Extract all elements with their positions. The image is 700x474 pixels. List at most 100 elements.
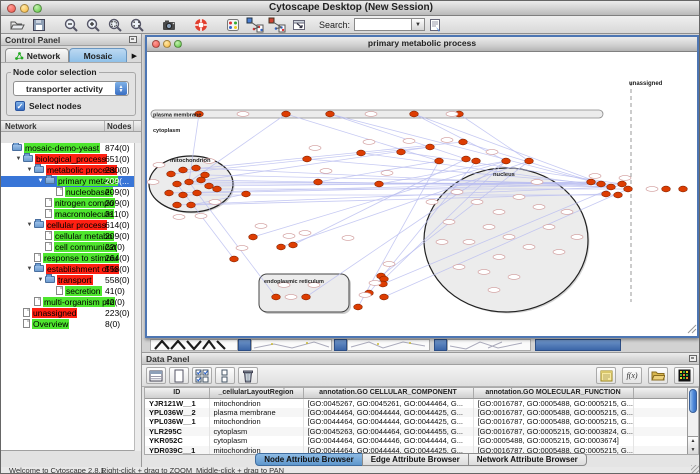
tree-row[interactable]: nucleobase-209(0) <box>1 187 141 198</box>
tab-mosaic[interactable]: Mosaic <box>69 48 127 62</box>
network-node[interactable] <box>242 191 251 197</box>
network-node[interactable] <box>173 202 182 208</box>
search-settings-button[interactable] <box>425 17 445 33</box>
background-window-fragment[interactable] <box>535 339 621 351</box>
zoom-in-button[interactable] <box>83 17 103 33</box>
network-node[interactable] <box>525 158 534 164</box>
window-titlebar[interactable]: Cytoscape Desktop (New Session) <box>1 1 700 16</box>
search-dropdown-button[interactable]: ▼ <box>412 18 425 31</box>
network-node[interactable] <box>193 190 202 196</box>
network-node[interactable] <box>282 111 291 117</box>
nodes-column-header[interactable]: Nodes <box>105 121 134 131</box>
network-node[interactable] <box>618 181 627 187</box>
network-node[interactable] <box>607 184 616 190</box>
network-node[interactable] <box>472 158 481 164</box>
snapshot-button[interactable] <box>159 17 179 33</box>
expander-icon[interactable]: ▼ <box>25 264 34 275</box>
network-tree-scrollbar[interactable] <box>134 143 141 451</box>
network-node[interactable] <box>502 158 511 164</box>
import-attributes-button[interactable] <box>648 367 668 384</box>
select-attributes-button[interactable] <box>192 367 212 384</box>
tree-row[interactable]: nitrogen compo209(0) <box>1 198 141 209</box>
tree-row[interactable]: cellular metabo209(0) <box>1 231 141 242</box>
select-nodes-checkbox[interactable]: ✓ <box>15 101 25 111</box>
column-header[interactable]: ID <box>145 388 209 398</box>
network-node[interactable] <box>462 156 471 162</box>
help-button[interactable] <box>191 17 211 33</box>
network-node[interactable] <box>354 304 363 310</box>
tab-edge-attribute-browser[interactable]: Edge Attribute Browser <box>362 453 469 466</box>
network-node[interactable] <box>213 186 222 192</box>
network-node[interactable] <box>597 181 606 187</box>
network-node[interactable] <box>272 294 281 300</box>
network-node[interactable] <box>587 179 596 185</box>
network-node[interactable] <box>380 294 389 300</box>
network-node[interactable] <box>173 181 182 187</box>
table-row[interactable]: YPL036W__1mitochondrion[GO:0044464, GO:0… <box>145 417 691 427</box>
network-node[interactable] <box>614 192 623 198</box>
column-header[interactable]: _cellularLayoutRegion <box>209 388 303 398</box>
network-node[interactable] <box>230 256 239 262</box>
network-view-titlebar[interactable]: primary metabolic process <box>147 37 697 52</box>
zoom-fit-button[interactable] <box>127 17 147 33</box>
table-row[interactable]: YKR052Ccytoplasm[GO:0044464, GO:0044446,… <box>145 436 691 446</box>
tab-overflow-arrow[interactable]: ▶ <box>132 52 139 62</box>
column-header[interactable]: annotation.GO CELLULAR_COMPONENT <box>303 388 473 398</box>
attribute-table-button[interactable] <box>146 367 166 384</box>
tree-row[interactable]: ▼primary metabo209(... <box>1 176 141 187</box>
network-node[interactable] <box>187 202 196 208</box>
table-row[interactable]: YJR121W__1mitochondrion[GO:0045267, GO:0… <box>145 398 691 408</box>
float-panel-icon[interactable] <box>689 355 697 362</box>
network-node[interactable] <box>289 242 298 248</box>
network-node[interactable] <box>302 294 311 300</box>
delete-attribute-button[interactable] <box>238 367 258 384</box>
unselect-attributes-button[interactable] <box>215 367 235 384</box>
network-node[interactable] <box>459 139 468 145</box>
heatmap-button[interactable] <box>674 367 694 384</box>
expander-icon[interactable]: ▼ <box>25 220 34 231</box>
table-row[interactable]: YLR295Ccytoplasm[GO:0045263, GO:0044464,… <box>145 427 691 437</box>
tree-row[interactable]: multi-organism pro42(0) <box>1 297 141 308</box>
tree-row[interactable]: ▼metabolic process280(0) <box>1 165 141 176</box>
network-node[interactable] <box>277 244 286 250</box>
expander-icon[interactable]: ▼ <box>36 176 45 187</box>
scroll-up-button[interactable]: ▲ <box>688 437 698 446</box>
network-node[interactable] <box>185 179 194 185</box>
background-window-fragment[interactable] <box>347 339 430 351</box>
tree-row[interactable]: response to stimulu264(0) <box>1 253 141 264</box>
column-header[interactable] <box>633 388 691 398</box>
network-node[interactable] <box>679 186 688 192</box>
tree-row[interactable]: cell communicat22(0) <box>1 242 141 253</box>
open-session-button[interactable] <box>7 17 27 33</box>
new-window-button[interactable] <box>289 17 309 33</box>
node-color-dropdown[interactable]: transporter activity ▲▼ <box>13 81 129 96</box>
network-node[interactable] <box>326 111 335 117</box>
background-window-fragment[interactable] <box>251 339 332 351</box>
network-node[interactable] <box>165 190 174 196</box>
tab-network-attribute-browser[interactable]: Network Attribute Browser <box>468 453 587 466</box>
new-attribute-button[interactable] <box>169 367 189 384</box>
tree-row[interactable]: ▼transport558(0) <box>1 275 141 286</box>
tree-row[interactable]: macromolecule311(0) <box>1 209 141 220</box>
background-window-fragment[interactable] <box>334 339 347 351</box>
background-window-fragment[interactable] <box>150 339 238 351</box>
tree-row[interactable]: secretion41(0) <box>1 286 141 297</box>
tree-row[interactable]: ▼cellular process614(0) <box>1 220 141 231</box>
tab-network[interactable]: Network <box>5 48 69 62</box>
background-window-fragment[interactable] <box>447 339 531 351</box>
network-node[interactable] <box>314 179 323 185</box>
network-node[interactable] <box>167 171 176 177</box>
network-node[interactable] <box>662 186 671 192</box>
frame-resize-grip[interactable] <box>688 325 696 333</box>
network-node[interactable] <box>205 183 214 189</box>
background-window-fragment[interactable] <box>434 339 447 351</box>
network-node[interactable] <box>357 150 366 156</box>
tree-row[interactable]: mosaic-demo-yeast874(0) <box>1 143 141 154</box>
network-node[interactable] <box>435 158 444 164</box>
network-column-header[interactable]: Network <box>1 121 105 131</box>
network-node[interactable] <box>192 165 201 171</box>
network-node[interactable] <box>602 191 611 197</box>
compare-networks-button[interactable] <box>267 17 287 33</box>
tree-row[interactable]: Overview8(0) <box>1 319 141 330</box>
column-header[interactable]: annotation.GO MOLECULAR_FUNCTION <box>473 388 633 398</box>
